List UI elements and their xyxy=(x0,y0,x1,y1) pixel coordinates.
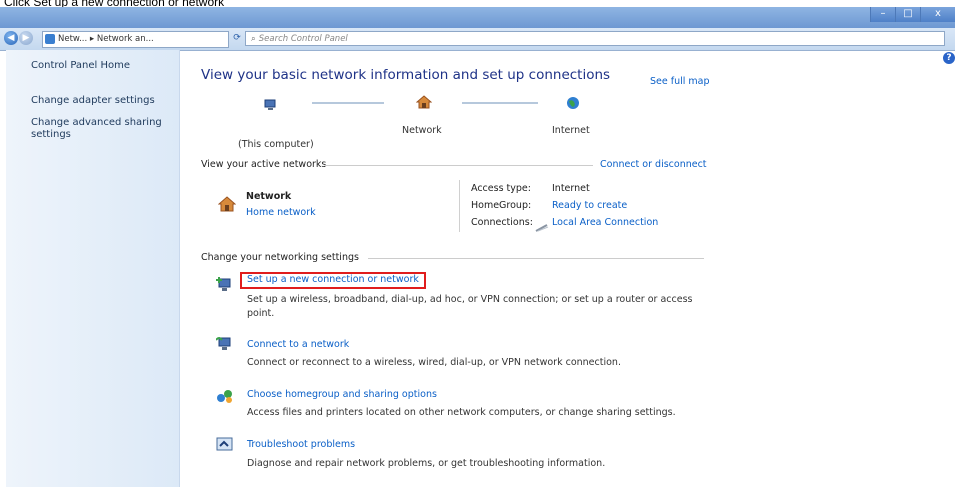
back-button[interactable]: ◀ xyxy=(4,31,18,45)
maximize-button[interactable]: □ xyxy=(895,7,920,22)
connections-label: Connections: xyxy=(471,217,533,228)
troubleshoot-link[interactable]: Troubleshoot problems xyxy=(247,439,355,450)
ethernet-icon xyxy=(535,218,549,232)
local-area-connection-link[interactable]: Local Area Connection xyxy=(552,217,658,228)
task-description: Connect or reconnect to a wireless, wire… xyxy=(247,357,621,368)
breadcrumb[interactable]: Netw... ▸ Network an... xyxy=(42,31,229,48)
highlight-box xyxy=(240,272,426,289)
search-icon: ⌕ xyxy=(251,34,256,44)
refresh-icon[interactable]: ⟳ xyxy=(230,31,244,46)
address-bar: ◀ ▶ Netw... ▸ Network an... ⟳ ⌕ Search Co… xyxy=(0,28,955,51)
homegroup-label: HomeGroup: xyxy=(471,200,532,211)
search-placeholder: Search Control Panel xyxy=(258,34,348,44)
access-type-value: Internet xyxy=(552,183,590,194)
map-network-label: Network xyxy=(402,125,442,136)
connect-to-network-link[interactable]: Connect to a network xyxy=(247,339,349,350)
connect-network-icon xyxy=(215,335,234,351)
search-input[interactable]: ⌕ Search Control Panel xyxy=(245,31,945,46)
close-button[interactable]: x xyxy=(920,7,955,22)
divider xyxy=(325,165,593,166)
homegroup-link[interactable]: Ready to create xyxy=(552,200,627,211)
task-description: Access files and printers located on oth… xyxy=(247,407,676,418)
sidebar-item-change-advanced-sharing[interactable]: Change advanced sharing settings xyxy=(31,117,171,141)
home-network-link[interactable]: Home network xyxy=(246,207,316,218)
map-computer-label: (This computer) xyxy=(238,139,314,150)
control-panel-icon xyxy=(45,33,55,44)
map-line-2 xyxy=(462,102,538,104)
network-house-icon xyxy=(217,196,237,212)
minimize-button[interactable]: – xyxy=(870,7,895,22)
troubleshoot-icon xyxy=(216,437,234,453)
title-bar: – □ x xyxy=(0,7,955,28)
change-settings-label: Change your networking settings xyxy=(201,252,359,263)
help-icon[interactable]: ? xyxy=(943,52,955,64)
map-internet-label: Internet xyxy=(552,125,590,136)
sidebar-item-control-panel-home[interactable]: Control Panel Home xyxy=(31,60,171,72)
page-title: View your basic network information and … xyxy=(201,67,611,83)
network-house-icon xyxy=(415,94,433,109)
connect-or-disconnect-link[interactable]: Connect or disconnect xyxy=(600,159,707,170)
sidebar: Control Panel Home Change adapter settin… xyxy=(6,50,180,487)
new-connection-icon xyxy=(216,276,234,292)
map-line xyxy=(312,102,384,104)
see-full-map-link[interactable]: See full map xyxy=(650,76,710,87)
active-networks-label: View your active networks xyxy=(201,159,327,170)
homegroup-sharing-link[interactable]: Choose homegroup and sharing options xyxy=(247,389,437,400)
computer-icon xyxy=(264,96,278,110)
breadcrumb-path: Netw... ▸ Network an... xyxy=(58,34,154,44)
details-divider xyxy=(459,180,460,232)
task-description: Diagnose and repair network problems, or… xyxy=(247,458,606,469)
main-content: ? View your basic network information an… xyxy=(180,50,955,487)
task-description: Set up a wireless, broadband, dial-up, a… xyxy=(247,294,693,319)
homegroup-icon xyxy=(216,388,234,404)
internet-globe-icon xyxy=(566,95,580,109)
forward-button[interactable]: ▶ xyxy=(19,31,33,45)
divider-2 xyxy=(368,258,704,259)
sidebar-item-change-adapter-settings[interactable]: Change adapter settings xyxy=(31,95,171,107)
access-type-label: Access type: xyxy=(471,183,531,194)
network-name: Network xyxy=(246,191,292,202)
